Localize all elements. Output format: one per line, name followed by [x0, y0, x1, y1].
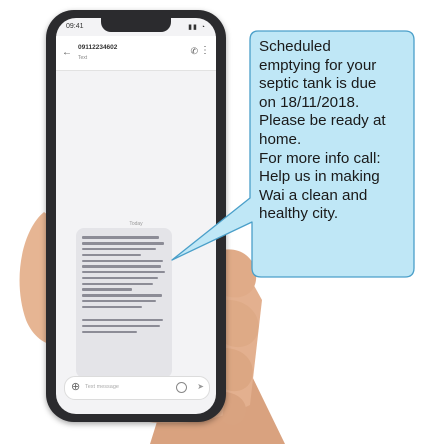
- callout-line: Wai a clean and: [259, 186, 368, 204]
- callout-line: Please be ready at: [259, 112, 386, 130]
- callout-line: Help us in making: [259, 168, 380, 186]
- callout-line: on 18/11/2018.: [259, 93, 360, 111]
- callout-message: Scheduled emptying for your septic tank …: [259, 38, 409, 224]
- callout-line: emptying for your: [259, 56, 377, 74]
- callout-line: For more info call:: [259, 149, 381, 167]
- callout-line: septic tank is due: [259, 75, 377, 93]
- callout-line: home.: [259, 130, 302, 148]
- phone-notch: [101, 18, 171, 32]
- callout-line: healthy city.: [259, 205, 339, 223]
- callout-line: Scheduled: [259, 38, 331, 55]
